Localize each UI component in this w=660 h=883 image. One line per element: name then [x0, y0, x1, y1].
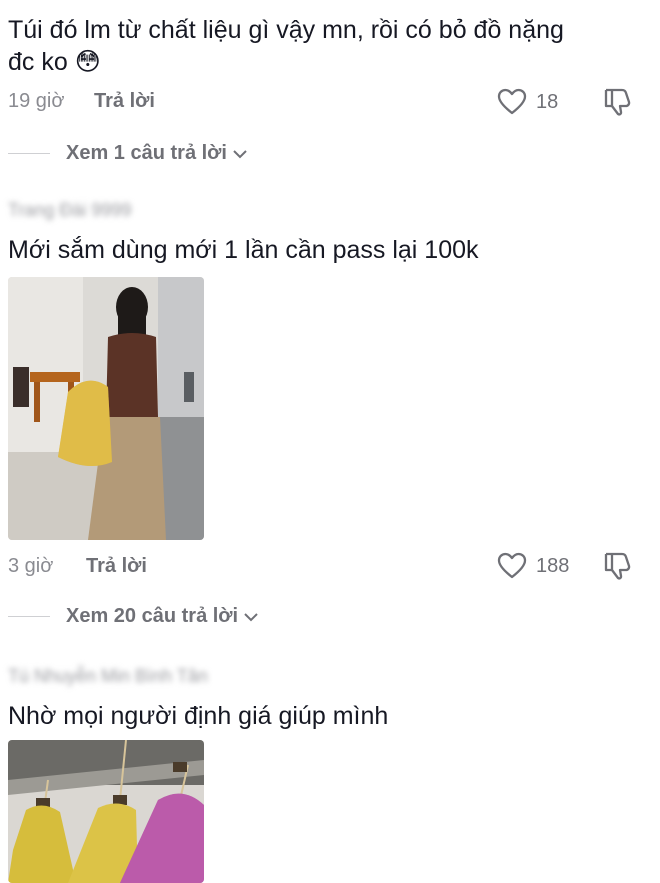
comment-2-time: 3 giờ — [8, 555, 54, 577]
comment-1-text-line2: đc ko 😳 — [8, 46, 101, 78]
heart-icon — [497, 552, 527, 579]
comment-3-text: Nhờ mọi người định giá giúp mình — [8, 702, 389, 730]
comment-1-reply-button[interactable]: Trả lời — [94, 90, 155, 113]
chevron-down-icon — [244, 612, 258, 621]
comment-1-dislike-button[interactable] — [602, 86, 634, 118]
chevron-down-icon — [233, 149, 247, 158]
comment-1-like-count: 18 — [536, 91, 559, 113]
comment-1-text-line2-label: đc ko — [8, 48, 68, 76]
comment-2-photo[interactable] — [8, 277, 204, 540]
hanging-plastic-bags-image — [8, 740, 204, 883]
flushed-face-emoji: 😳 — [74, 48, 101, 76]
thumbs-down-icon — [604, 552, 631, 580]
comment-1-like-button[interactable] — [497, 88, 527, 116]
comment-1-time: 19 giờ — [8, 90, 65, 112]
divider-line — [8, 153, 50, 154]
comment-2-dislike-button[interactable] — [602, 550, 634, 582]
view-replies-label: Xem 1 câu trả lời — [66, 142, 227, 164]
comment-2-like-count: 188 — [536, 555, 570, 577]
thumbs-down-icon — [604, 88, 631, 116]
heart-icon — [497, 88, 527, 115]
comment-3-photo[interactable] — [8, 740, 204, 883]
comment-1-text-line1: Túi đó lm từ chất liệu gì vậy mn, rồi có… — [8, 16, 564, 44]
comment-2-author[interactable]: Trang Đài 9999 — [8, 200, 131, 221]
comment-2-like-button[interactable] — [497, 552, 527, 580]
comment-2-text: Mới sắm dùng mới 1 lần cần pass lại 100k — [8, 236, 479, 264]
comment-2-view-replies[interactable]: Xem 20 câu trả lời — [8, 605, 260, 628]
woman-holding-yellow-bag-image — [8, 277, 204, 540]
view-replies-label: Xem 20 câu trả lời — [66, 605, 239, 627]
comment-3-author[interactable]: Tú Nhuyễn Min Bình Tân — [8, 666, 208, 687]
divider-line — [8, 616, 50, 617]
comment-2-reply-button[interactable]: Trả lời — [86, 555, 147, 578]
comment-1-view-replies[interactable]: Xem 1 câu trả lời — [8, 142, 249, 165]
